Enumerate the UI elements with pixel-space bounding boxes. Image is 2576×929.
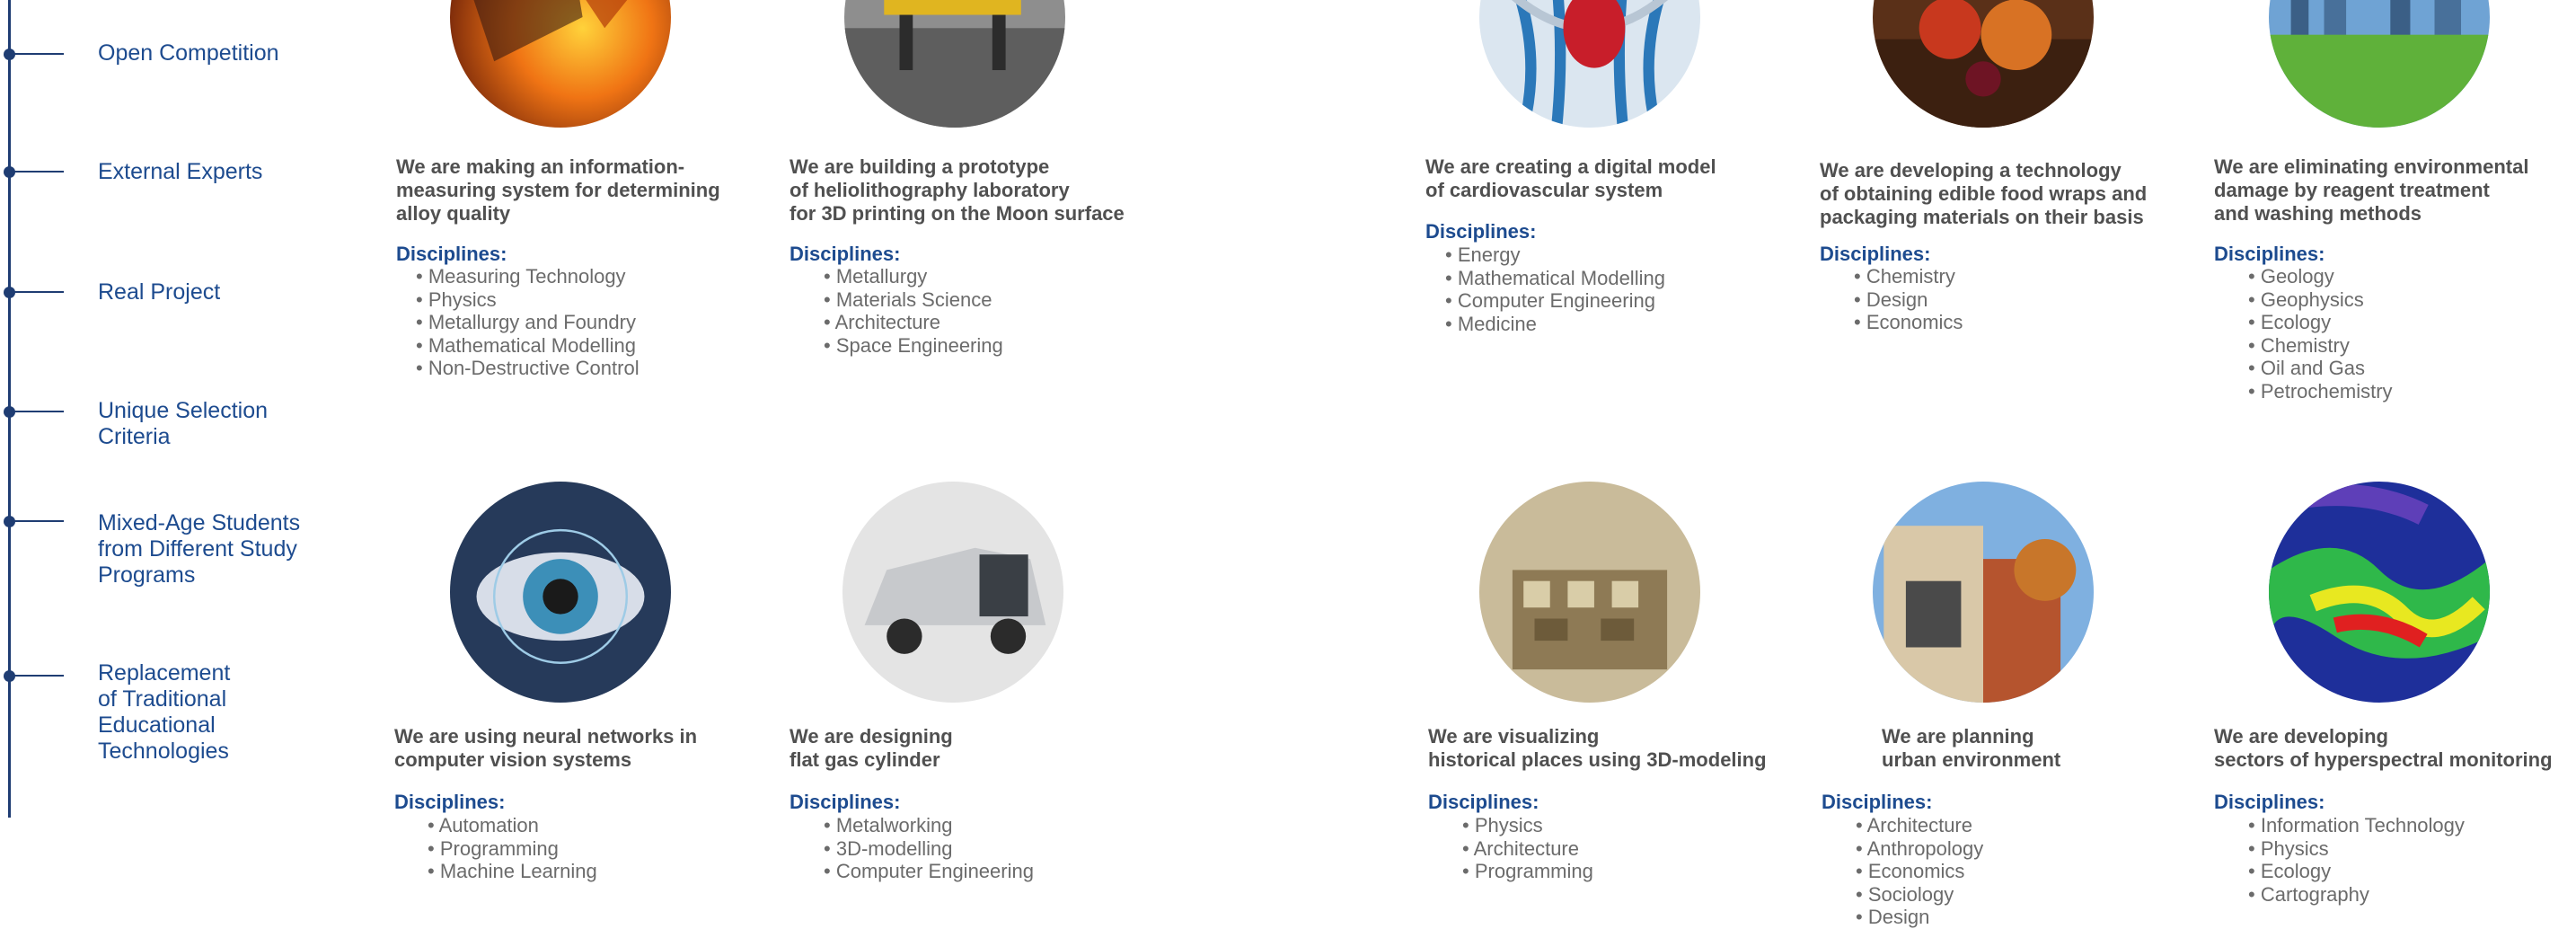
discipline-item: Oil and Gas [2248, 357, 2393, 380]
timeline-tick [11, 411, 64, 412]
discipline-item: Design [1854, 288, 1963, 312]
discipline-item: Mathematical Modelling [1445, 267, 1665, 290]
disciplines-list: Information Technology Physics Ecology C… [2248, 814, 2465, 906]
project-title: We are making an information- measuring … [396, 155, 720, 225]
discipline-item: Metalworking [824, 814, 1034, 837]
disciplines-list: Metallurgy Materials Science Architectur… [824, 265, 1003, 357]
project-title: We are eliminating environmental damage … [2214, 155, 2529, 225]
discipline-item: Automation [428, 814, 597, 837]
discipline-item: Measuring Technology [416, 265, 640, 288]
project-title: We are developing sectors of hyperspectr… [2214, 725, 2553, 771]
discipline-item: Computer Engineering [824, 860, 1034, 883]
discipline-item: Anthropology [1856, 837, 1984, 861]
disciplines-heading: Disciplines: [396, 243, 507, 265]
discipline-item: Space Engineering [824, 334, 1003, 358]
discipline-item: Economics [1856, 860, 1983, 883]
hyperspectral-map-image [2269, 482, 2490, 703]
discipline-item: Medicine [1445, 313, 1665, 336]
discipline-item: Metallurgy and Foundry [416, 311, 640, 334]
timeline-tick [11, 675, 64, 677]
disciplines-heading: Disciplines: [1822, 791, 1933, 813]
minivan-image [842, 482, 1063, 703]
lunar-rover-image [844, 0, 1065, 128]
discipline-item: Physics [1462, 814, 1593, 837]
disciplines-list: Energy Mathematical Modelling Computer E… [1445, 243, 1665, 335]
disciplines-list: Geology Geophysics Ecology Chemistry Oil… [2248, 265, 2393, 403]
disciplines-list: Measuring Technology Physics Metallurgy … [416, 265, 640, 380]
disciplines-heading: Disciplines: [1425, 220, 1537, 243]
project-title: We are using neural networks in computer… [394, 725, 698, 771]
timeline-tick [11, 171, 64, 173]
discipline-item: Machine Learning [428, 860, 597, 883]
urban-building-image [1873, 482, 2094, 703]
disciplines-heading: Disciplines: [2214, 791, 2325, 813]
discipline-item: Computer Engineering [1445, 289, 1665, 313]
discipline-item: Metallurgy [824, 265, 1003, 288]
discipline-item: Physics [416, 288, 640, 312]
discipline-item: Design [1856, 906, 1983, 929]
timeline-tick [11, 520, 64, 522]
discipline-item: Non-Destructive Control [416, 357, 640, 380]
discipline-item: Ecology [2248, 311, 2393, 334]
discipline-item: Sociology [1856, 883, 1983, 907]
project-title: We are designing flat gas cylinder [790, 725, 953, 771]
green-city-image [2269, 0, 2490, 128]
discipline-item: Economics [1854, 311, 1963, 334]
disciplines-heading: Disciplines: [1820, 243, 1931, 265]
discipline-item: Ecology [2248, 860, 2465, 883]
timeline-label: Open Competition [98, 40, 279, 66]
project-title: We are visualizing historical places usi… [1428, 725, 1767, 771]
molten-metal-image [450, 0, 671, 128]
disciplines-heading: Disciplines: [790, 791, 901, 813]
discipline-item: Architecture [1462, 837, 1593, 861]
timeline-label: Real Project [98, 279, 221, 305]
timeline-label: Replacement of Traditional Educational T… [98, 660, 231, 764]
disciplines-heading: Disciplines: [1428, 791, 1539, 813]
discipline-item: Mathematical Modelling [416, 334, 640, 358]
disciplines-heading: Disciplines: [2214, 243, 2325, 265]
timeline-label: Mixed-Age Students from Different Study … [98, 510, 301, 588]
discipline-item: Programming [1462, 860, 1593, 883]
disciplines-list: Chemistry Design Economics [1854, 265, 1963, 334]
cardiovascular-image [1479, 0, 1700, 128]
discipline-item: Programming [428, 837, 597, 861]
discipline-item: Architecture [1856, 814, 1983, 837]
timeline-label: Unique Selection Criteria [98, 398, 269, 449]
discipline-item: Geophysics [2248, 288, 2393, 312]
discipline-item: 3D-modelling [824, 837, 1034, 861]
discipline-item: Information Technology [2248, 814, 2465, 837]
discipline-item: Chemistry [2248, 334, 2393, 358]
disciplines-list: Architecture Anthropology Economics Soci… [1856, 814, 1984, 929]
timeline-label: External Experts [98, 159, 263, 184]
project-title: We are building a prototype of heliolith… [790, 155, 1125, 225]
disciplines-heading: Disciplines: [790, 243, 901, 265]
discipline-item: Energy [1445, 243, 1665, 267]
disciplines-list: Physics Architecture Programming [1462, 814, 1593, 883]
discipline-item: Cartography [2248, 883, 2465, 907]
disciplines-list: Automation Programming Machine Learning [428, 814, 597, 883]
discipline-item: Geology [2248, 265, 2393, 288]
timeline-tick [11, 291, 64, 293]
discipline-item: Physics [2248, 837, 2465, 861]
discipline-item: Architecture [824, 311, 1003, 334]
discipline-item: Materials Science [824, 288, 1003, 312]
disciplines-list: Metalworking 3D-modelling Computer Engin… [824, 814, 1034, 883]
disciplines-heading: Disciplines: [394, 791, 506, 813]
project-title: We are planning urban environment [1882, 725, 2061, 771]
fruits-image [1873, 0, 2094, 128]
project-title: We are creating a digital model of cardi… [1425, 155, 1716, 201]
project-title: We are developing a technology of obtain… [1820, 159, 2148, 228]
eye-image [450, 482, 671, 703]
discipline-item: Chemistry [1854, 265, 1963, 288]
discipline-item: Petrochemistry [2248, 380, 2393, 403]
timeline-tick [11, 53, 64, 55]
3d-model-image [1479, 482, 1700, 703]
